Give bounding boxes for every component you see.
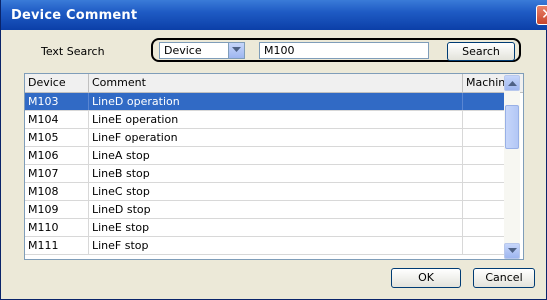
table-row[interactable]: M107 LineB stop <box>25 165 505 183</box>
device-cell: M103 <box>25 93 89 110</box>
scroll-up-button[interactable] <box>504 75 520 91</box>
column-header-comment[interactable]: Comment <box>89 74 463 92</box>
window-title: Device Comment <box>11 8 138 23</box>
close-icon: ✕ <box>541 5 547 23</box>
ok-button[interactable]: OK <box>391 268 461 288</box>
table-row[interactable]: M109 LineD stop <box>25 201 505 219</box>
comment-cell: LineD stop <box>89 201 463 218</box>
device-cell: M109 <box>25 201 89 218</box>
vertical-scrollbar[interactable] <box>504 75 520 259</box>
table-row[interactable]: M111 LineF stop <box>25 237 505 255</box>
table-row[interactable]: M108 LineC stop <box>25 183 505 201</box>
device-comment-dialog: Device Comment ✕ Text Search Device Sear… <box>0 0 547 300</box>
search-button[interactable]: Search <box>447 42 515 61</box>
search-field-value: Device <box>164 44 202 57</box>
device-cell: M105 <box>25 129 89 146</box>
comment-cell: LineF operation <box>89 129 463 146</box>
table-row[interactable]: M103 LineD operation <box>25 93 505 111</box>
scroll-thumb[interactable] <box>505 105 519 149</box>
text-search-label: Text Search <box>41 45 105 58</box>
title-bar[interactable]: Device Comment ✕ <box>1 0 547 30</box>
chevron-down-icon <box>232 47 241 52</box>
device-cell: M107 <box>25 165 89 182</box>
comment-cell: LineC stop <box>89 183 463 200</box>
device-cell: M110 <box>25 219 89 236</box>
table-row[interactable]: M105 LineF operation <box>25 129 505 147</box>
scroll-down-button[interactable] <box>504 243 520 259</box>
table-row[interactable]: M104 LineE operation <box>25 111 505 129</box>
search-input[interactable] <box>259 42 429 59</box>
search-field-dropdown[interactable]: Device <box>159 42 245 59</box>
device-cell: M104 <box>25 111 89 128</box>
comment-cell: LineF stop <box>89 237 463 254</box>
comment-cell: LineE stop <box>89 219 463 236</box>
chevron-down-icon <box>508 248 517 253</box>
close-button[interactable]: ✕ <box>536 5 547 25</box>
table-row[interactable]: M106 LineA stop <box>25 147 505 165</box>
cancel-button[interactable]: Cancel <box>473 268 535 288</box>
column-header-device[interactable]: Device <box>25 74 89 92</box>
chevron-up-icon <box>508 81 517 86</box>
comment-cell: LineD operation <box>89 93 463 110</box>
comment-cell: LineB stop <box>89 165 463 182</box>
table-header: Device Comment Machines <box>25 74 523 93</box>
device-cell: M106 <box>25 147 89 164</box>
comment-cell: LineA stop <box>89 147 463 164</box>
device-comment-table[interactable]: Device Comment Machines M103 LineD operat… <box>24 73 524 260</box>
device-cell: M108 <box>25 183 89 200</box>
comment-cell: LineE operation <box>89 111 463 128</box>
table-row[interactable]: M110 LineE stop <box>25 219 505 237</box>
dropdown-arrow-button[interactable] <box>228 43 244 58</box>
device-cell: M111 <box>25 237 89 254</box>
